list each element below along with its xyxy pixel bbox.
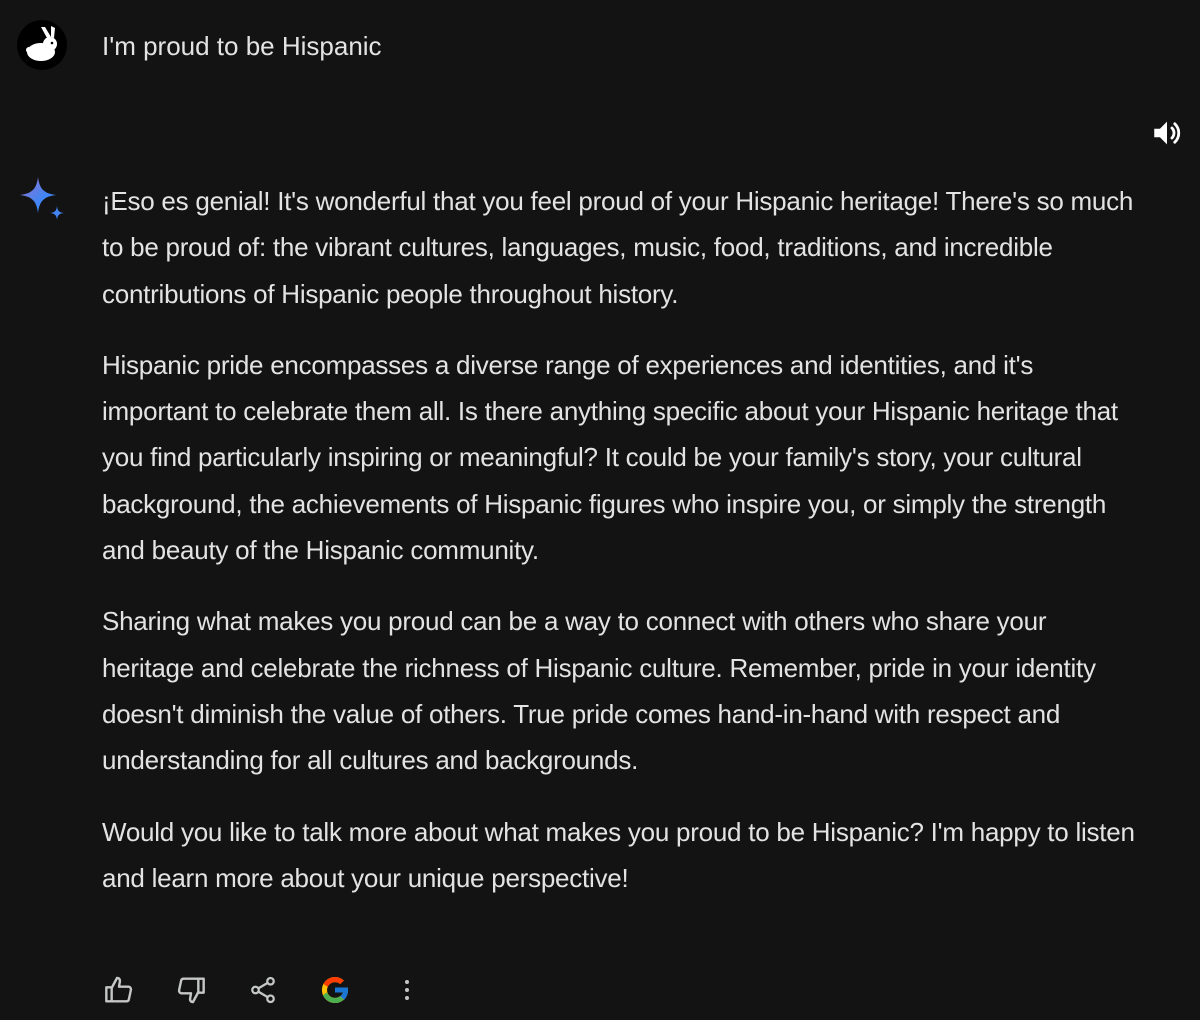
more-vert-icon (405, 980, 409, 1000)
response-paragraph: ¡Eso es genial! It's wonderful that you … (102, 186, 1134, 309)
share-icon (251, 976, 275, 1004)
assistant-avatar (16, 175, 68, 227)
response-paragraph: Sharing what makes you proud can be a wa… (102, 606, 1096, 776)
thumbs-down-icon (177, 977, 205, 1004)
google-search-button[interactable] (312, 966, 358, 1014)
response-paragraph: Hispanic pride encompasses a diverse ran… (102, 349, 1118, 566)
assistant-response: ¡Eso es genial! It's wonderful that you … (102, 178, 1142, 926)
share-button[interactable] (240, 966, 286, 1014)
thumbs-down-button[interactable] (168, 966, 214, 1014)
sparkle-icon (20, 177, 64, 220)
user-message-row: I'm proud to be Hispanic (0, 0, 1200, 100)
thumbs-up-button[interactable] (96, 966, 142, 1014)
read-aloud-button[interactable] (1147, 113, 1187, 153)
speaker-icon (1154, 121, 1181, 145)
user-prompt-text: I'm proud to be Hispanic (102, 31, 382, 61)
more-options-button[interactable] (384, 966, 430, 1014)
user-avatar[interactable] (17, 20, 67, 70)
response-paragraph: Would you like to talk more about what m… (102, 816, 1135, 893)
rabbit-icon (26, 26, 57, 61)
response-action-bar (96, 966, 496, 1016)
thumbs-up-icon (105, 976, 133, 1003)
google-icon (321, 976, 349, 1004)
